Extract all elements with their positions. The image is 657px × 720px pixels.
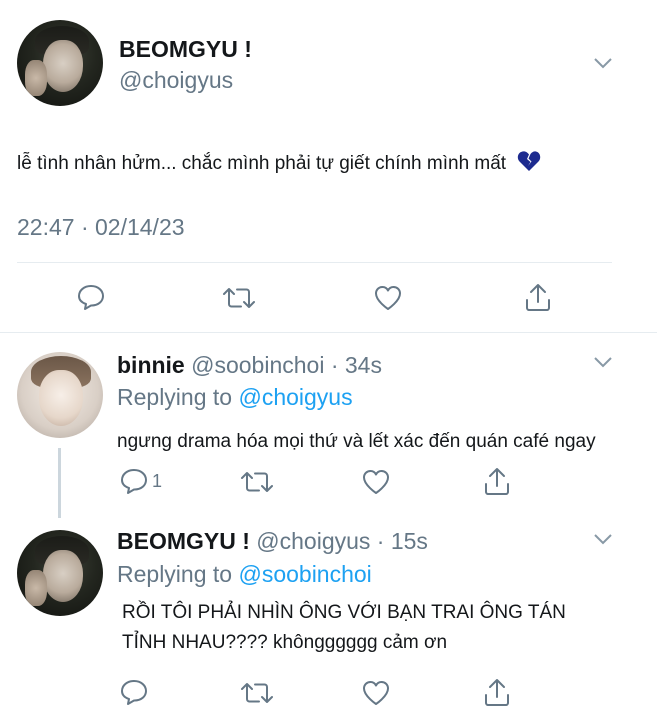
retweet-button[interactable] <box>240 680 274 706</box>
reply-count: 1 <box>152 470 163 491</box>
retweet-icon <box>222 285 256 311</box>
display-name[interactable]: binnie <box>117 352 185 378</box>
like-button[interactable] <box>361 468 391 496</box>
handle-and-time[interactable]: @choigyus · 15s <box>256 528 428 554</box>
handle-and-time[interactable]: @soobinchoi · 34s <box>191 352 382 378</box>
tweet-text-line: RỒI TÔI PHẢI NHÌN ÔNG VỚI BẠN TRAI ÔNG T… <box>122 602 566 623</box>
chevron-down-icon[interactable] <box>593 533 613 545</box>
tweet-text: ngưng drama hóa mọi thứ và lết xác đến q… <box>117 431 596 452</box>
avatar[interactable] <box>17 530 103 616</box>
display-name[interactable]: BEOMGYU ! <box>117 528 250 554</box>
share-icon <box>483 677 511 707</box>
tweet-text-content: lễ tình nhân hửm... chắc mình phải tự gi… <box>17 153 507 174</box>
avatar[interactable] <box>17 20 103 106</box>
like-button[interactable] <box>373 284 403 312</box>
retweet-icon <box>240 469 274 495</box>
chevron-down-icon[interactable] <box>593 356 613 368</box>
comment-icon <box>120 678 148 706</box>
thread-line <box>58 448 61 518</box>
reply-button[interactable] <box>120 678 148 706</box>
reply-header: binnie @soobinchoi · 34s <box>117 352 382 379</box>
retweet-button[interactable] <box>240 469 274 495</box>
replying-to: Replying to @soobinchoi <box>117 561 372 588</box>
share-button[interactable] <box>483 677 511 707</box>
reply-header: BEOMGYU ! @choigyus · 15s <box>117 528 428 555</box>
timestamp[interactable]: 22:47 · 02/14/23 <box>17 214 185 241</box>
tweet-text: lễ tình nhân hửm... chắc mình phải tự gi… <box>17 150 541 178</box>
broken-heart-emoji <box>517 150 541 178</box>
reply-button[interactable] <box>77 283 105 311</box>
avatar[interactable] <box>17 352 103 438</box>
chevron-down-icon[interactable] <box>593 57 613 69</box>
display-name[interactable]: BEOMGYU ! <box>119 36 252 63</box>
retweet-icon <box>240 680 274 706</box>
like-button[interactable] <box>361 679 391 707</box>
share-button[interactable] <box>524 282 552 312</box>
replying-to-label: Replying to <box>117 384 233 410</box>
handle[interactable]: @choigyus <box>119 67 233 94</box>
divider <box>0 332 657 333</box>
heart-icon <box>361 679 391 707</box>
reply-button[interactable]: 1 <box>120 467 162 495</box>
tweet-text-line: TỈNH NHAU???? khôngggggg cảm ơn <box>122 632 448 653</box>
replying-to-link[interactable]: @soobinchoi <box>238 561 371 587</box>
replying-to-link[interactable]: @choigyus <box>238 384 352 410</box>
divider <box>17 262 612 263</box>
comment-icon <box>120 467 148 495</box>
heart-icon <box>361 468 391 496</box>
share-icon <box>524 282 552 312</box>
heart-icon <box>373 284 403 312</box>
replying-to-label: Replying to <box>117 561 233 587</box>
retweet-button[interactable] <box>222 285 256 311</box>
share-button[interactable] <box>483 466 511 496</box>
replying-to: Replying to @choigyus <box>117 384 353 411</box>
share-icon <box>483 466 511 496</box>
comment-icon <box>77 283 105 311</box>
